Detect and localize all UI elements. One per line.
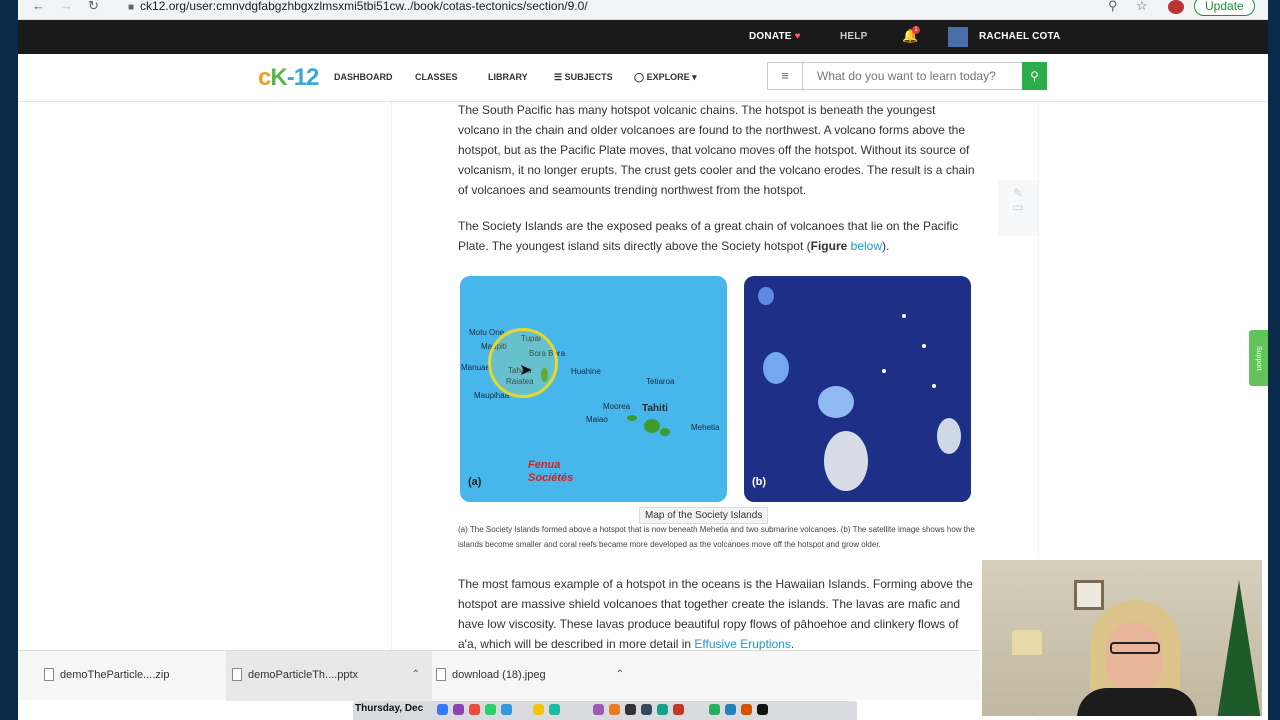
app-icon[interactable] [741,704,752,715]
filter-icon: ≡ [781,68,789,83]
figure-below-link[interactable]: below [851,239,882,253]
update-button[interactable]: Update [1194,0,1255,16]
dock-date: Thursday, Dec [355,703,424,714]
label-huahine: Huahine [571,367,601,376]
paragraph-hawaiian-islands: The most famous example of a hotspot in … [458,577,973,651]
mouse-pointer-icon: ➤ [519,362,533,379]
lamp [1012,630,1042,655]
notification-badge: 1 [912,26,920,34]
app-icon[interactable] [625,704,636,715]
label-maiao: Maiao [586,415,608,424]
label-motu-one: Motu One [469,328,505,337]
user-avatar[interactable] [948,27,968,47]
file-icon [44,668,54,681]
wall-picture-frame [1074,580,1104,610]
panel-b-label: (b) [752,476,767,488]
profile-avatar[interactable] [1168,0,1184,14]
browser-toolbar: ← → ↻ ■ ck12.org/user:cmnvdgfabgzhbgxzlms… [18,0,1268,20]
side-tools[interactable]: ✎ ▭ [998,180,1038,236]
map-title: Fenua Sociétés [528,459,574,484]
app-icon[interactable] [657,704,668,715]
island-tahiti-iti [660,428,670,436]
search-button[interactable]: ⚲ [1022,62,1047,90]
reload-icon[interactable]: ↻ [88,0,99,14]
back-icon[interactable]: ← [32,0,45,14]
effusive-eruptions-link[interactable]: Effusive Eruptions [694,637,791,651]
app-icon[interactable] [709,704,720,715]
chevron-down-icon: ▾ [692,72,697,82]
bookmark-star-icon[interactable]: ☆ [1136,0,1148,14]
file-icon [232,668,242,681]
island-tahiti [644,419,660,433]
site-top-bar: DONATE ♥ HELP 🔔 1 RACHAEL COTA [18,20,1268,54]
app-icon[interactable] [593,704,604,715]
ck12-logo[interactable]: cK-12 [258,64,319,92]
donate-link[interactable]: DONATE ♥ [749,31,801,42]
chevron-up-icon[interactable]: ⌃ [616,651,624,699]
app-icon[interactable] [641,704,652,715]
app-icon[interactable] [453,704,464,715]
user-name[interactable]: RACHAEL COTA [979,31,1060,42]
heart-icon: ♥ [794,31,801,42]
label-mehetia: Mehetia [691,423,720,432]
download-item[interactable]: download (18).jpeg ⌃ [430,651,636,701]
app-icon[interactable] [725,704,736,715]
file-icon [436,668,446,681]
main-nav: cK-12 DASHBOARD CLASSES LIBRARY ☰ SUBJEC… [18,54,1268,102]
mac-dock: Thursday, Dec [353,701,857,720]
app-icon[interactable] [501,704,512,715]
nav-library[interactable]: LIBRARY [488,72,528,82]
search-input[interactable] [803,62,1023,90]
pencil-icon: ✎ [1012,186,1024,200]
finder-icon[interactable] [437,704,448,715]
url-text: ck12.org/user:cmnvdgfabgzhbgxzlmsxmi5tbi… [140,0,588,13]
nav-dashboard[interactable]: DASHBOARD [334,72,393,82]
download-item[interactable]: demoTheParticle....zip⌃ [38,651,244,701]
lesson-content: The South Pacific has many hotspot volca… [391,102,1039,720]
webcam-overlay [980,558,1264,718]
island-moorea [627,415,637,421]
downloads-bar: demoTheParticle....zip⌃ demoParticleTh..… [18,650,980,701]
app-icon[interactable] [609,704,620,715]
app-icon[interactable] [469,704,480,715]
app-icon[interactable] [673,704,684,715]
layers-icon: ☰ [554,72,563,82]
filter-button[interactable]: ≡ [767,62,803,90]
app-icon[interactable] [757,704,768,715]
zoom-icon[interactable]: ⚲ [1108,0,1118,14]
notification-bell-icon[interactable]: 🔔 1 [902,26,920,44]
label-moorea: Moorea [603,402,631,411]
address-bar[interactable]: ■ ck12.org/user:cmnvdgfabgzhbgxzlmsxmi5tb… [128,0,1128,14]
app-icon[interactable] [549,704,560,715]
label-manuae: Manuae [461,363,490,372]
nav-classes[interactable]: CLASSES [415,72,458,82]
paragraph-hotspot-chains: The South Pacific has many hotspot volca… [458,103,975,197]
figure-caption: (a) The Society Islands formed above a h… [458,525,975,549]
download-item[interactable]: demoParticleTh....pptx ⌃ [226,651,432,701]
satellite-image[interactable]: (b) [744,276,971,502]
label-tetiaroa: Tetiaroa [646,377,675,386]
christmas-tree [1217,580,1261,716]
label-tahiti: Tahiti [642,403,668,414]
panel-a-label: (a) [468,476,482,488]
glasses [1110,642,1160,654]
paragraph-society-islands: The Society Islands are the exposed peak… [458,219,959,253]
nav-explore[interactable]: ◯ EXPLORE ▾ [634,72,697,83]
app-icon[interactable] [533,704,544,715]
compass-icon: ◯ [634,72,645,82]
nav-subjects[interactable]: ☰ SUBJECTS [554,72,613,83]
satellite-islands [758,287,961,491]
app-icon[interactable] [485,704,496,715]
help-link[interactable]: HELP [840,31,867,42]
note-icon: ▭ [1012,200,1024,214]
search-icon: ⚲ [1030,69,1039,83]
support-tab[interactable]: Support [1249,330,1268,386]
chevron-up-icon[interactable]: ⌃ [412,651,420,699]
forward-icon[interactable]: → [60,0,73,14]
lock-icon: ■ [128,2,135,13]
